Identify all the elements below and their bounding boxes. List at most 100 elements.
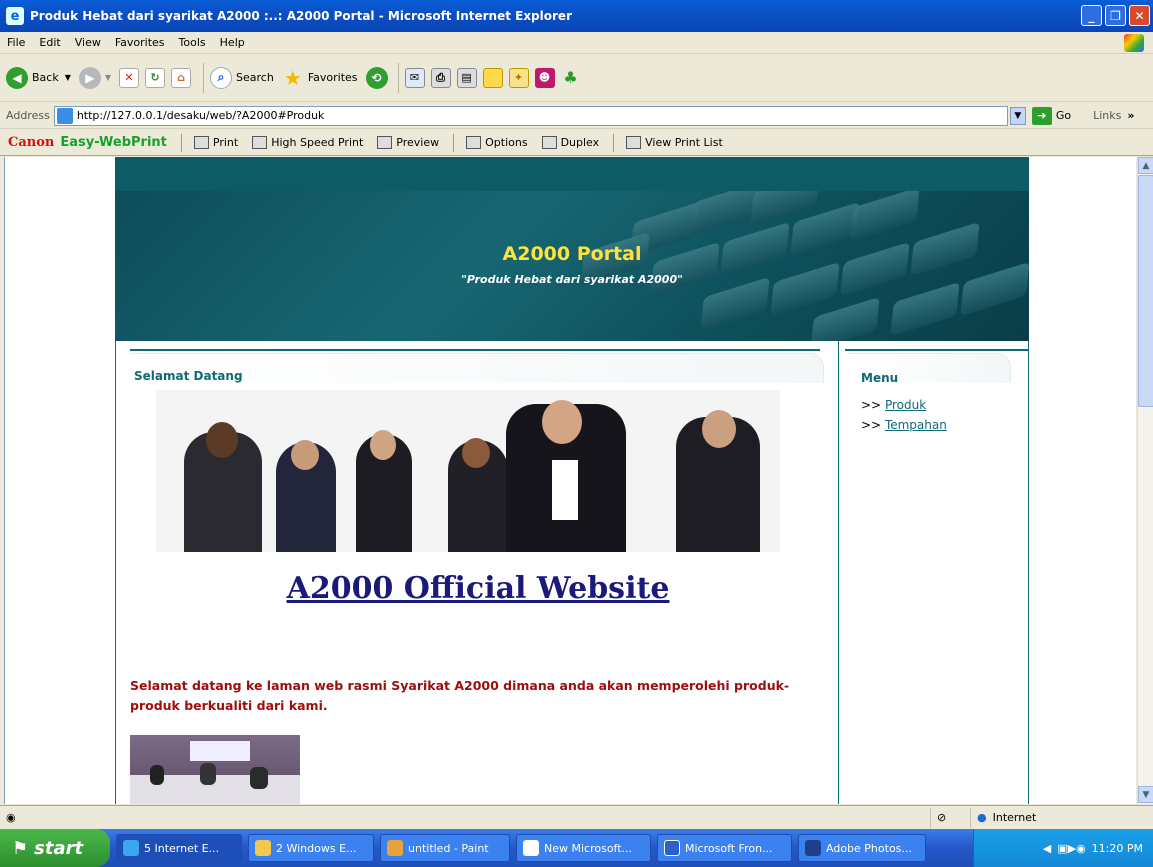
options-button[interactable]: Options [466,136,528,149]
menu-help[interactable]: Help [213,36,252,49]
minimize-button[interactable]: _ [1081,5,1102,26]
stop-icon[interactable]: ✕ [119,67,140,88]
chevron-right-icon[interactable]: » [1127,109,1134,122]
printer-icon [252,136,268,149]
banner-subtitle: "Produk Hebat dari syarikat A2000" [461,273,683,286]
window-title: Produk Hebat dari syarikat A2000 :..: A2… [30,9,572,23]
star-icon: ★ [283,65,302,90]
search-button[interactable]: ⌕ Search [210,66,274,89]
research-icon[interactable]: ✦ [508,67,529,88]
meeting-photo [130,735,300,804]
favorites-button[interactable]: ★ Favorites [282,65,358,90]
official-website-link[interactable]: A2000 Official Website [116,571,840,606]
menu-view[interactable]: View [68,36,108,49]
preview-button[interactable]: Preview [377,136,439,149]
taskbar-word[interactable]: New Microsoft... [516,834,651,862]
window-title-bar[interactable]: e Produk Hebat dari syarikat A2000 :..: … [0,0,1153,32]
tempahan-link[interactable]: Tempahan [885,418,947,432]
folder-icon [255,840,271,856]
address-label: Address [6,109,50,122]
menu-prefix: >> [861,398,882,412]
forward-dropdown-icon[interactable]: ▼ [105,73,111,82]
view-print-list-label: View Print List [645,136,723,149]
restore-button[interactable]: ❐ [1105,5,1126,26]
easy-webprint-menu[interactable]: Easy-WebPrint [60,135,167,150]
back-arrow-icon: ◀ [6,66,28,89]
duplex-button[interactable]: Duplex [541,136,600,149]
canon-toolbar: Canon Easy-WebPrint Print High Speed Pri… [0,130,1153,156]
top-strip [115,157,1029,191]
messenger-icon[interactable]: ☻ [534,67,555,88]
close-button[interactable]: ✕ [1129,5,1150,26]
address-input[interactable]: http://127.0.0.1/desaku/web/?A2000#Produ… [53,105,1008,126]
printer-icon [193,136,209,149]
banner-title: A2000 Portal [502,243,642,265]
discuss-icon[interactable] [482,67,503,88]
task-label: 2 Windows E... [276,841,357,855]
section-heading: Selamat Datang [134,369,243,383]
scroll-thumb[interactable] [1138,175,1153,407]
taskbar-ie[interactable]: 5 Internet E... [116,834,242,862]
header-banner: A2000 Portal "Produk Hebat dari syarikat… [115,191,1029,341]
photoshop-icon [805,840,821,856]
links-button[interactable]: Links [1093,109,1121,122]
view-print-list-button[interactable]: View Print List [626,136,723,149]
taskbar-paint[interactable]: untitled - Paint [380,834,510,862]
globe-icon: ● [977,811,987,824]
taskbar-photoshop[interactable]: Adobe Photos... [798,834,926,862]
refresh-icon[interactable]: ↻ [145,67,166,88]
standard-toolbar: ◀ Back ▼ ▶ ▼ ✕ ↻ ⌂ ⌕ Search ★ Favorites … [0,54,1153,102]
home-icon[interactable]: ⌂ [171,67,192,88]
menu-tools[interactable]: Tools [172,36,213,49]
menu-favorites[interactable]: Favorites [108,36,172,49]
popup-blocked-icon[interactable]: ⊘ [930,807,970,828]
sidebar-rule [845,349,1029,351]
duplex-label: Duplex [560,136,600,149]
taskbar-frontpage[interactable]: Microsoft Fron... [657,834,792,862]
produk-link[interactable]: Produk [885,398,926,412]
tray-icons[interactable]: ▣▶◉ [1057,842,1085,855]
back-button[interactable]: ◀ Back ▼ [6,66,71,89]
system-tray: ◀ ▣▶◉ 11:20 PM [973,829,1153,867]
duplex-icon [541,136,557,149]
status-page-icon: ◉ [6,811,16,824]
page-icon [56,107,73,124]
go-button[interactable]: ➔ Go [1031,106,1071,125]
menu-edit[interactable]: Edit [32,36,67,49]
mail-icon[interactable]: ✉ [404,67,425,88]
scroll-up-icon[interactable]: ▲ [1138,157,1153,174]
taskbar-explorer[interactable]: 2 Windows E... [248,834,374,862]
history-icon[interactable]: ⟲ [365,66,388,89]
contacts-icon[interactable]: ♣ [561,68,581,88]
back-label: Back [32,71,59,84]
address-dropdown-icon[interactable]: ▼ [1009,106,1026,125]
sidebar-menu: >> Produk >> Tempahan [861,395,947,435]
frontpage-icon [664,840,680,856]
menu-file[interactable]: File [0,36,32,49]
scroll-down-icon[interactable]: ▼ [1138,786,1153,803]
canon-print-button[interactable]: Print [193,136,239,149]
address-bar: Address http://127.0.0.1/desaku/web/?A20… [0,103,1153,129]
canon-logo: Canon [8,135,55,150]
print-icon[interactable]: ⎙ [430,67,451,88]
high-speed-print-button[interactable]: High Speed Print [252,136,363,149]
tray-arrow-icon[interactable]: ◀ [1043,842,1051,855]
task-label: New Microsoft... [544,841,633,855]
toolbar-separator [203,62,205,93]
menu-bar: File Edit View Favorites Tools Help [0,32,1153,54]
options-label: Options [485,136,528,149]
vertical-scrollbar[interactable]: ▲ ▼ [1137,157,1153,804]
canon-print-label: Print [212,136,239,149]
start-button[interactable]: ⚑ start [0,829,110,867]
forward-button[interactable]: ▶ ▼ [78,66,111,89]
toolbar-separator [180,133,182,152]
browser-viewport[interactable]: A2000 Portal "Produk Hebat dari syarikat… [4,157,1136,804]
sidebar-item-produk: >> Produk [861,395,947,415]
windows-flag-icon: ⚑ [12,837,29,859]
edit-icon[interactable]: ▤ [456,67,477,88]
status-bar: ◉ ⊘ ● Internet [0,805,1153,829]
web-page: A2000 Portal "Produk Hebat dari syarikat… [115,157,1029,804]
menu-prefix: >> [861,418,882,432]
windows-logo-icon [1124,34,1144,52]
back-dropdown-icon[interactable]: ▼ [65,73,71,82]
